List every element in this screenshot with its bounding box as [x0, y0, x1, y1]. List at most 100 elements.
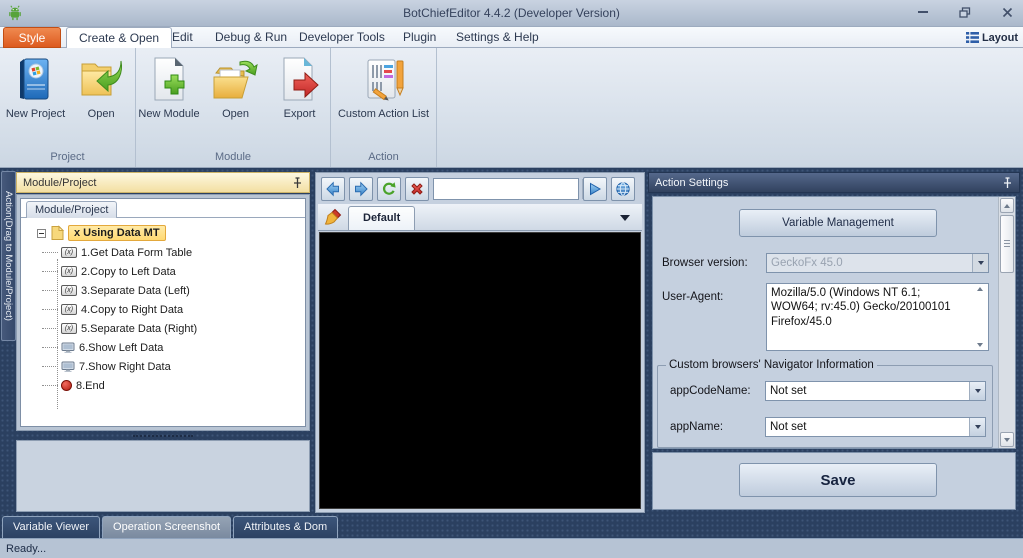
scroll-down-icon: [1004, 438, 1010, 442]
address-combobox[interactable]: [433, 178, 579, 200]
scroll-down-icon[interactable]: [977, 343, 983, 347]
browser-nav-toolbar: [318, 175, 642, 203]
scrollbar-down-button[interactable]: [1000, 432, 1014, 447]
bottom-dock-tabs: Variable Viewer Operation Screenshot Att…: [0, 515, 1023, 538]
minimize-button[interactable]: [913, 4, 933, 20]
action-settings-panel: Action Settings Variable Management Brow…: [648, 172, 1020, 513]
action-settings-header: Action Settings: [648, 172, 1020, 193]
tree-item[interactable]: (x) 5.Separate Data (Right): [37, 319, 305, 338]
monitor-icon: [61, 361, 75, 373]
tab-style[interactable]: Style: [3, 27, 61, 48]
browser-tab-default[interactable]: Default: [348, 206, 415, 230]
tree-item[interactable]: (x) 2.Copy to Left Data: [37, 262, 305, 281]
tab-debug-run[interactable]: Debug & Run: [203, 27, 299, 48]
tree-item[interactable]: 7.Show Right Data: [37, 357, 305, 376]
tree-item[interactable]: (x) 1.Get Data Form Table: [37, 243, 305, 262]
close-button[interactable]: [997, 4, 1017, 20]
tree-root-node[interactable]: x Using Data MT: [37, 223, 305, 243]
settings-scrollbar[interactable]: [998, 197, 1015, 448]
pin-icon[interactable]: [292, 177, 303, 189]
address-input[interactable]: [434, 179, 582, 199]
export-module-button[interactable]: Export: [272, 56, 328, 120]
go-button[interactable]: [583, 177, 607, 201]
tab-list-dropdown-icon[interactable]: [620, 215, 630, 221]
tree-item-label: 7.Show Right Data: [79, 361, 171, 373]
tree-item-label: 2.Copy to Left Data: [81, 266, 176, 278]
new-module-icon: [145, 56, 193, 104]
stop-button[interactable]: [405, 177, 429, 201]
tab-settings-help[interactable]: Settings & Help: [444, 27, 551, 48]
tab-attributes-dom[interactable]: Attributes & Dom: [233, 516, 338, 538]
appcodename-value: Not set: [766, 385, 969, 397]
custom-action-list-button[interactable]: Custom Action List: [338, 56, 429, 120]
new-project-button[interactable]: New Project: [6, 56, 65, 120]
open-project-button[interactable]: Open: [73, 56, 129, 120]
tree-item[interactable]: 6.Show Left Data: [37, 338, 305, 357]
scroll-up-icon: [1004, 204, 1010, 208]
back-button[interactable]: [321, 177, 345, 201]
tree-item[interactable]: (x) 3.Separate Data (Left): [37, 281, 305, 300]
ribbon-group-label-project: Project: [0, 151, 135, 163]
tree-item-label: 5.Separate Data (Right): [81, 323, 197, 335]
tree-item[interactable]: (x) 4.Copy to Right Data: [37, 300, 305, 319]
scrollbar-up-button[interactable]: [1000, 198, 1014, 213]
end-icon: [61, 380, 72, 391]
module-project-tab[interactable]: Module/Project: [26, 201, 117, 218]
tab-operation-screenshot[interactable]: Operation Screenshot: [102, 516, 231, 538]
user-agent-label: User-Agent:: [662, 291, 723, 303]
browser-version-value: GeckoFx 45.0: [767, 257, 972, 269]
action-settings-title: Action Settings: [655, 177, 1002, 189]
restore-button[interactable]: [955, 4, 975, 20]
ribbon-group-module: New Module Open: [136, 48, 331, 167]
tab-edit[interactable]: Edit: [160, 27, 205, 48]
save-area: Save: [652, 452, 1016, 510]
tree-item-label: 6.Show Left Data: [79, 342, 163, 354]
layout-icon: [966, 32, 979, 43]
pin-icon[interactable]: [1002, 177, 1013, 189]
user-agent-textarea[interactable]: Mozilla/5.0 (Windows NT 6.1; WOW64; rv:4…: [766, 283, 989, 351]
appname-value: Not set: [766, 421, 969, 433]
appcodename-label: appCodeName:: [670, 385, 751, 397]
tab-plugin[interactable]: Plugin: [391, 27, 448, 48]
navigator-info-group: Custom browsers' Navigator Information a…: [657, 365, 993, 448]
action-settings-form: Variable Management Browser version: Gec…: [652, 196, 1016, 449]
tab-create-open[interactable]: Create & Open: [66, 27, 172, 48]
globe-icon: [615, 181, 631, 197]
monitor-icon: [61, 342, 75, 354]
appcodename-select[interactable]: Not set: [765, 381, 986, 401]
panel-splitter[interactable]: [16, 433, 310, 439]
layout-button[interactable]: Layout: [966, 29, 1018, 46]
dropdown-arrow-button[interactable]: [969, 418, 985, 436]
refresh-button[interactable]: [377, 177, 401, 201]
ribbon-group-label-module: Module: [136, 151, 330, 163]
save-button[interactable]: Save: [739, 463, 937, 497]
action-dock-tab[interactable]: Action(Drag to Module/Project): [1, 171, 16, 341]
stop-x-icon: [409, 181, 425, 197]
back-arrow-icon: [325, 181, 341, 197]
tree-item-label: 3.Separate Data (Left): [81, 285, 190, 297]
refresh-icon: [381, 181, 397, 197]
tree-item[interactable]: 8.End: [37, 376, 305, 395]
broom-icon: [324, 208, 342, 226]
chevron-down-icon: [978, 261, 984, 265]
dropdown-arrow-button[interactable]: [972, 254, 988, 272]
forward-button[interactable]: [349, 177, 373, 201]
scrollbar-thumb[interactable]: [1000, 215, 1014, 273]
browser-version-select[interactable]: GeckoFx 45.0: [766, 253, 989, 273]
new-module-button[interactable]: New Module: [138, 56, 199, 120]
open-module-button[interactable]: Open: [208, 56, 264, 120]
scroll-up-icon[interactable]: [977, 287, 983, 291]
textarea-scrollbar[interactable]: [973, 285, 987, 349]
browser-button[interactable]: [611, 177, 635, 201]
dropdown-arrow-button[interactable]: [969, 382, 985, 400]
tree-item-label: 1.Get Data Form Table: [81, 247, 192, 259]
appname-select[interactable]: Not set: [765, 417, 986, 437]
browser-viewport[interactable]: [319, 232, 641, 509]
layout-button-label: Layout: [982, 32, 1018, 44]
module-tree: x Using Data MT (x) 1.Get Data Form Tabl…: [21, 219, 305, 426]
collapse-icon[interactable]: [37, 229, 46, 238]
tab-variable-viewer[interactable]: Variable Viewer: [2, 516, 100, 538]
clear-button[interactable]: [318, 208, 348, 230]
tab-developer-tools[interactable]: Developer Tools: [287, 27, 397, 48]
variable-management-button[interactable]: Variable Management: [739, 209, 937, 237]
